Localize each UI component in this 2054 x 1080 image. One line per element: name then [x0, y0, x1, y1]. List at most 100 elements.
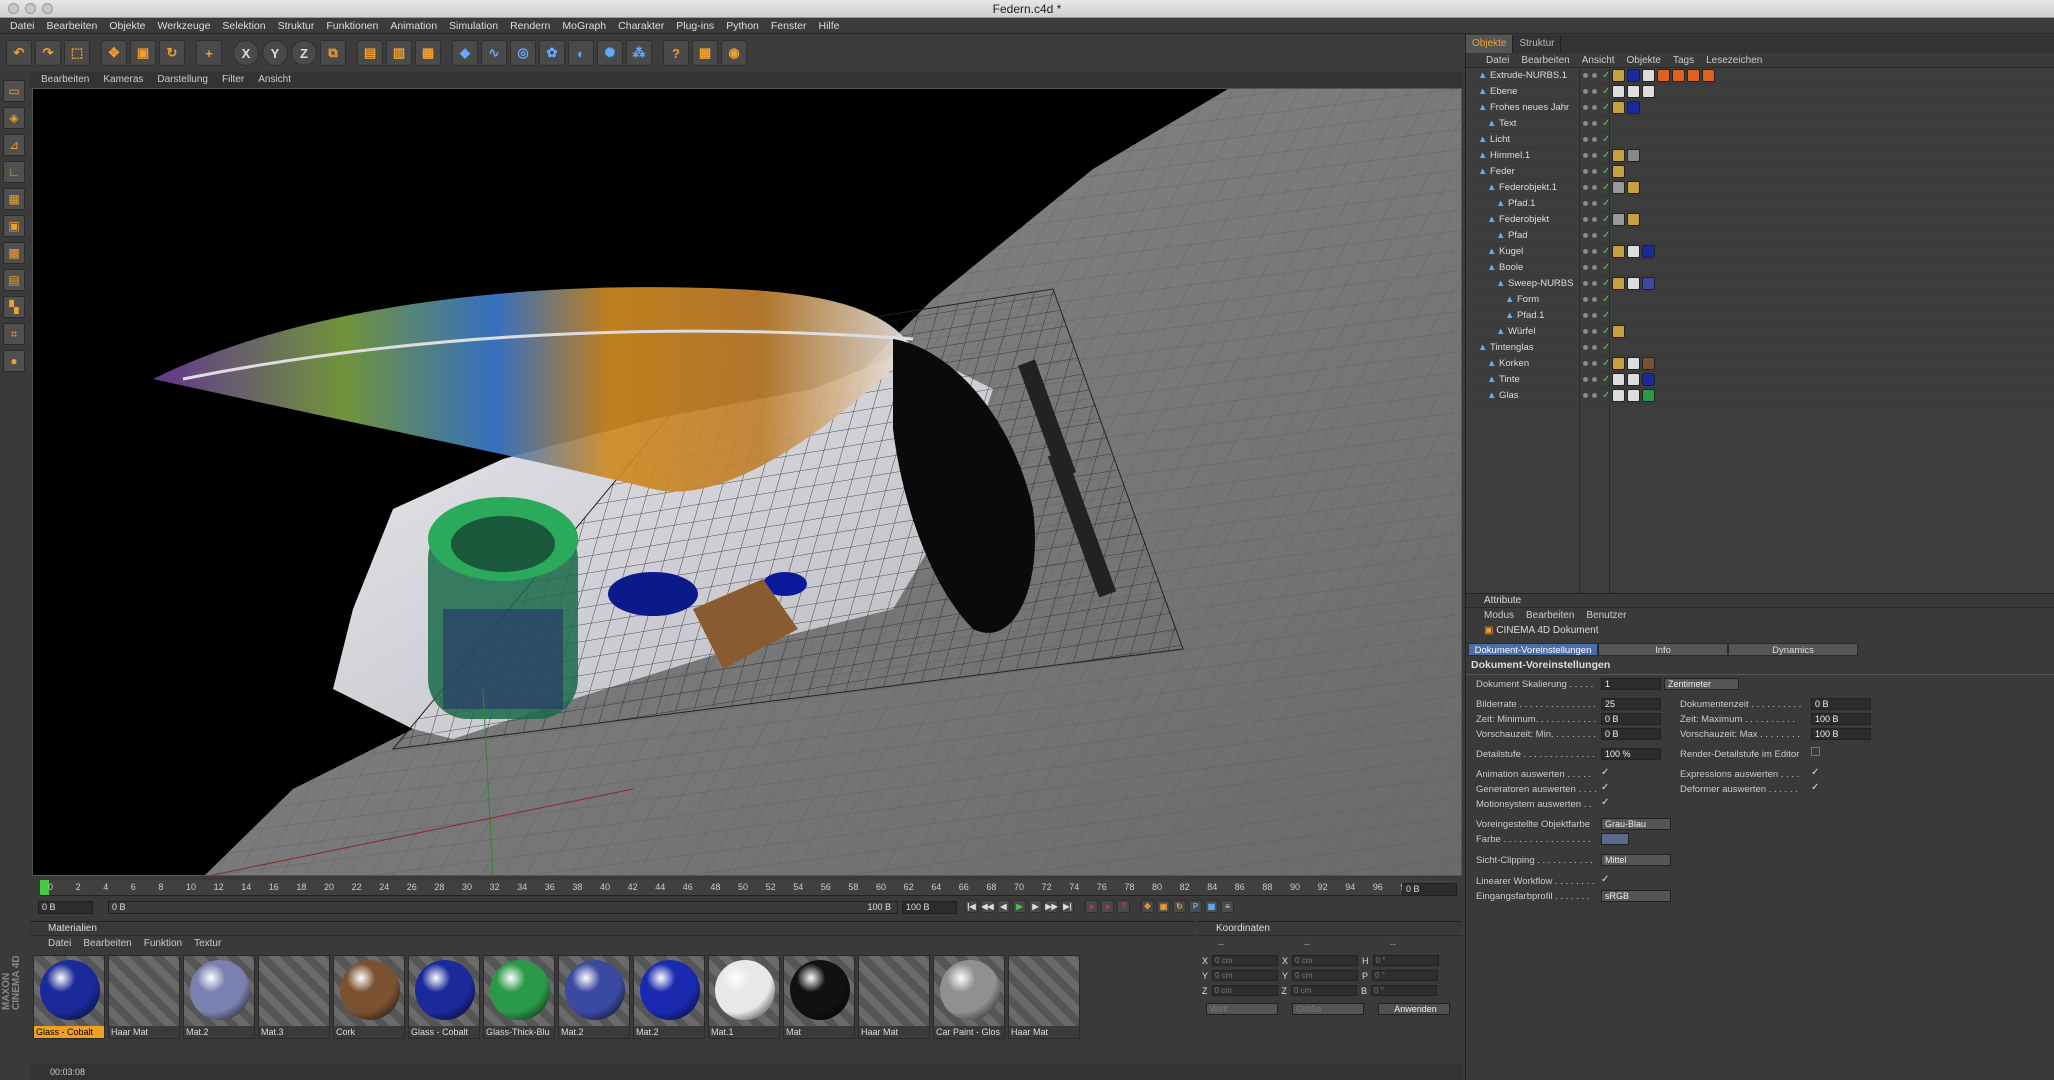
materials-menu-funktion[interactable]: Funktion	[138, 936, 188, 951]
go-start-icon[interactable]: |◀	[965, 900, 978, 913]
material-swatch[interactable]: Mat	[783, 955, 855, 1039]
visibility-dot[interactable]	[1583, 105, 1588, 110]
visibility-dot[interactable]	[1583, 313, 1588, 318]
tab-dokument-voreinstellungen[interactable]: Dokument-Voreinstellungen	[1468, 643, 1598, 656]
apply-button[interactable]: Anwenden	[1378, 1002, 1450, 1015]
uv-mode-icon[interactable]: ▩	[3, 242, 25, 264]
visibility-dot[interactable]	[1583, 201, 1588, 206]
object-row[interactable]: ▲ Himmel.1 ✓	[1466, 148, 2054, 164]
minimize-window-button[interactable]	[25, 3, 36, 14]
enable-check-icon[interactable]: ✓	[1602, 164, 1610, 180]
move-icon[interactable]: ✥	[101, 40, 127, 66]
viewport-layout-icon[interactable]: ▭	[3, 80, 25, 102]
tag-icon[interactable]	[1627, 69, 1640, 82]
attributes-menu-benutzer[interactable]: Benutzer	[1580, 608, 1632, 623]
expr-checkbox[interactable]: ✓	[1811, 767, 1819, 778]
tag-icon[interactable]	[1627, 357, 1640, 370]
end-frame-field[interactable]: 100 B	[902, 901, 957, 914]
enable-check-icon[interactable]: ✓	[1602, 308, 1610, 324]
material-swatch[interactable]: Mat.2	[558, 955, 630, 1039]
enable-check-icon[interactable]: ✓	[1602, 84, 1610, 100]
tag-icon[interactable]	[1627, 373, 1640, 386]
farbe-swatch[interactable]	[1601, 833, 1629, 845]
menu-funktionen[interactable]: Funktionen	[320, 18, 384, 33]
scene-icon[interactable]: ✺	[597, 40, 623, 66]
gen-checkbox[interactable]: ✓	[1601, 782, 1609, 793]
x-axis-icon[interactable]: X	[233, 40, 259, 66]
object-mode-icon[interactable]: ⊿	[3, 134, 25, 156]
render-dot[interactable]	[1592, 217, 1597, 222]
material-swatch[interactable]: Haar Mat	[858, 955, 930, 1039]
render-dot[interactable]	[1592, 361, 1597, 366]
motion-checkbox[interactable]: ✓	[1601, 797, 1609, 808]
visibility-dot[interactable]	[1583, 393, 1588, 398]
material-swatch[interactable]: Mat.3	[258, 955, 330, 1039]
material-swatch[interactable]: Haar Mat	[1008, 955, 1080, 1039]
objcolor-select[interactable]: Grau-Blau	[1601, 818, 1671, 830]
material-swatch[interactable]: Mat.2	[633, 955, 705, 1039]
linear-checkbox[interactable]: ✓	[1601, 874, 1609, 885]
tag-icon[interactable]	[1612, 277, 1625, 290]
material-swatch[interactable]: Glass - Cobalt	[408, 955, 480, 1039]
menu-werkzeuge[interactable]: Werkzeuge	[152, 18, 217, 33]
material-swatch[interactable]: Mat.1	[708, 955, 780, 1039]
enable-check-icon[interactable]: ✓	[1602, 196, 1610, 212]
viewport-menu-bearbeiten[interactable]: Bearbeiten	[34, 72, 96, 88]
scale-icon[interactable]: ▣	[130, 40, 156, 66]
window-controls[interactable]	[8, 3, 53, 14]
menu-objekte[interactable]: Objekte	[103, 18, 151, 33]
spline-icon[interactable]: ∿	[481, 40, 507, 66]
checker-icon[interactable]: ▚	[3, 296, 25, 318]
enable-check-icon[interactable]: ✓	[1602, 68, 1610, 84]
autokey-icon[interactable]: ●	[1101, 900, 1114, 913]
objects-menu-ansicht[interactable]: Ansicht	[1576, 53, 1621, 67]
sculpt-icon[interactable]: ●	[3, 350, 25, 372]
redo-icon[interactable]: ↷	[35, 40, 61, 66]
object-row[interactable]: ▲ Glas ✓	[1466, 388, 2054, 404]
deformer-icon[interactable]: ◐	[568, 40, 594, 66]
min-field[interactable]: 0 B	[1601, 713, 1661, 725]
render-dot[interactable]	[1592, 393, 1597, 398]
tab-dynamics[interactable]: Dynamics	[1728, 643, 1858, 656]
coord-field[interactable]: 0 cm	[1292, 970, 1359, 981]
enable-check-icon[interactable]: ✓	[1602, 276, 1610, 292]
tag-icon[interactable]	[1612, 101, 1625, 114]
rot-key-icon[interactable]: ↻	[1173, 900, 1186, 913]
tag-icon[interactable]	[1642, 389, 1655, 402]
enable-check-icon[interactable]: ✓	[1602, 116, 1610, 132]
keyframe-icon[interactable]: ?	[1117, 900, 1130, 913]
enable-check-icon[interactable]: ✓	[1602, 100, 1610, 116]
world-icon[interactable]: ⧉	[320, 40, 346, 66]
object-row[interactable]: ▲ Pfad ✓	[1466, 228, 2054, 244]
visibility-dot[interactable]	[1583, 281, 1588, 286]
coord-field[interactable]: 0 °	[1372, 955, 1439, 966]
menu-selektion[interactable]: Selektion	[216, 18, 271, 33]
viewport-menu-filter[interactable]: Filter	[215, 72, 251, 88]
cube-icon[interactable]: ◆	[452, 40, 478, 66]
tag-icon[interactable]	[1627, 101, 1640, 114]
tag-icon[interactable]	[1702, 69, 1715, 82]
profile-select[interactable]: sRGB	[1601, 890, 1671, 902]
tag-icon[interactable]	[1612, 149, 1625, 162]
render-dot[interactable]	[1592, 249, 1597, 254]
camera-icon[interactable]: ▦	[692, 40, 718, 66]
tag-icon[interactable]	[1627, 85, 1640, 98]
materials-menu-bearbeiten[interactable]: Bearbeiten	[77, 936, 137, 951]
undo-icon[interactable]: ↶	[6, 40, 32, 66]
tag-icon[interactable]	[1642, 373, 1655, 386]
render-dot[interactable]	[1592, 105, 1597, 110]
object-row[interactable]: ▲ Boole ✓	[1466, 260, 2054, 276]
menu-struktur[interactable]: Struktur	[272, 18, 321, 33]
visibility-dot[interactable]	[1583, 217, 1588, 222]
object-row[interactable]: ▲ Pfad.1 ✓	[1466, 308, 2054, 324]
tab-struktur[interactable]: Struktur	[1513, 35, 1562, 53]
menu-bearbeiten[interactable]: Bearbeiten	[41, 18, 104, 33]
render-dot[interactable]	[1592, 185, 1597, 190]
clip-select[interactable]: Mittel	[1601, 854, 1671, 866]
tag-icon[interactable]	[1642, 245, 1655, 258]
coord-size-select[interactable]: Größe	[1292, 1002, 1364, 1015]
tag-icon[interactable]	[1612, 181, 1625, 194]
attributes-menu-bearbeiten[interactable]: Bearbeiten	[1520, 608, 1580, 623]
coord-field[interactable]: 0 cm	[1292, 955, 1359, 966]
render-settings-icon[interactable]: ▦	[415, 40, 441, 66]
